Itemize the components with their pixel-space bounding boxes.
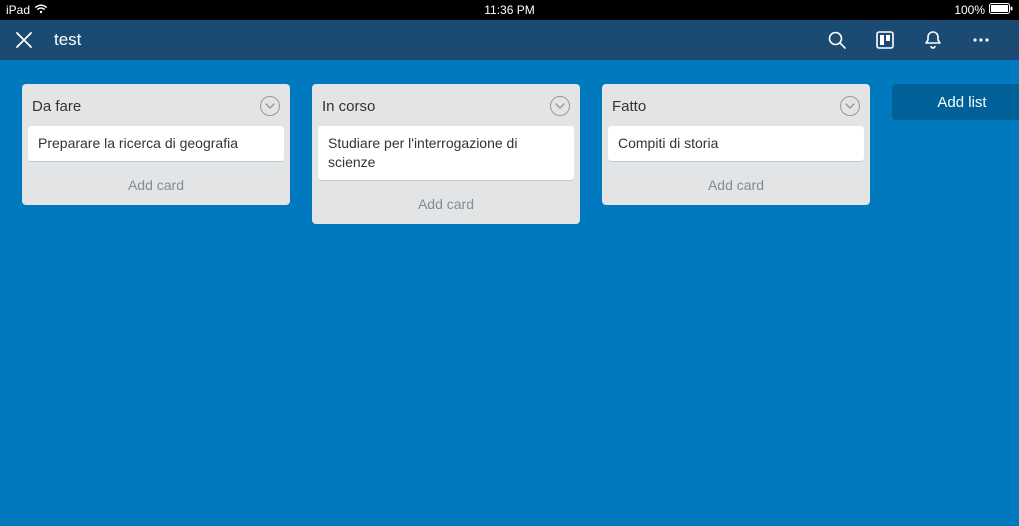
list-in-corso: In corso Studiare per l'interrogazione d… [312,84,580,224]
list-header: Fatto [602,92,870,126]
board-header: test [0,20,1019,60]
boards-button[interactable] [865,20,905,60]
list-title: Da fare [32,98,81,115]
battery-icon [989,3,1013,17]
board-area: Da fare Preparare la ricerca di geografi… [0,60,1019,526]
notifications-button[interactable] [913,20,953,60]
list-menu-button[interactable] [550,96,570,116]
wifi-icon [34,3,48,17]
list-menu-button[interactable] [840,96,860,116]
clock: 11:36 PM [484,3,534,17]
list-header: Da fare [22,92,290,126]
board-title: test [54,30,81,50]
card[interactable]: Preparare la ricerca di geografia [28,126,284,161]
search-button[interactable] [817,20,857,60]
card[interactable]: Studiare per l'interrogazione di scienze [318,126,574,180]
list-fatto: Fatto Compiti di storia Add card [602,84,870,205]
battery-percent: 100% [954,3,985,17]
list-header: In corso [312,92,580,126]
list-title: In corso [322,98,375,115]
list-title: Fatto [612,98,646,115]
close-button[interactable] [14,30,34,50]
add-card-button[interactable]: Add card [602,167,870,199]
add-card-button[interactable]: Add card [22,167,290,199]
device-label: iPad [6,3,30,17]
card[interactable]: Compiti di storia [608,126,864,161]
add-card-button[interactable]: Add card [312,186,580,218]
more-button[interactable] [961,20,1001,60]
ios-status-bar: iPad 11:36 PM 100% [0,0,1019,20]
list-da-fare: Da fare Preparare la ricerca di geografi… [22,84,290,205]
list-menu-button[interactable] [260,96,280,116]
add-list-button[interactable]: Add list [892,84,1019,120]
